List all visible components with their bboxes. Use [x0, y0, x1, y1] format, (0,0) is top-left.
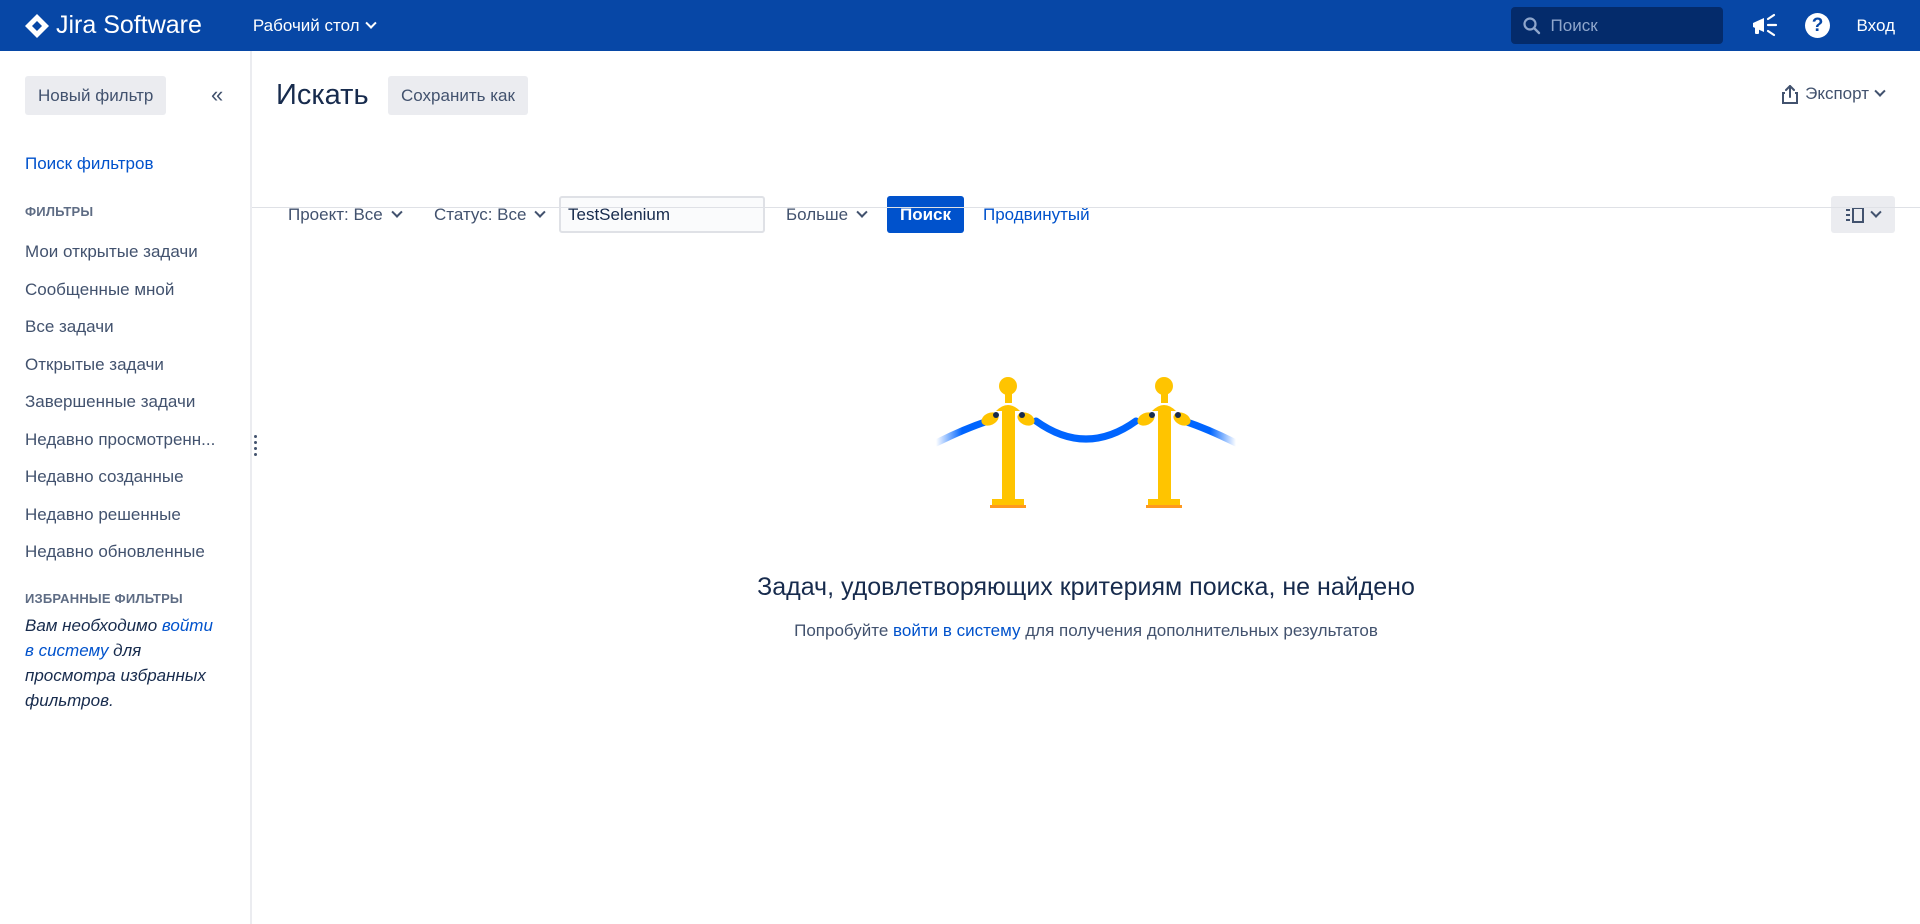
filter-item-reported-by-me[interactable]: Сообщенные мной: [25, 271, 225, 309]
filter-list: Мои открытые задачи Сообщенные мной Все …: [25, 233, 225, 571]
filters-heading: ФИЛЬТРЫ: [25, 204, 94, 219]
megaphone-icon: [1752, 13, 1777, 36]
search-button[interactable]: Поиск: [887, 196, 964, 233]
layout-switcher-button[interactable]: [1831, 196, 1895, 233]
favorite-filters-note: Вам необходимо войти в систему для просм…: [25, 613, 220, 713]
dashboard-menu-label: Рабочий стол: [252, 15, 360, 35]
filter-item-done[interactable]: Завершенные задачи: [25, 383, 225, 421]
more-criteria-dropdown[interactable]: Больше: [786, 196, 868, 233]
filters-sidebar: Новый фильтр « Поиск фильтров ФИЛЬТРЫ Мо…: [0, 51, 252, 924]
find-filters-link[interactable]: Поиск фильтров: [25, 154, 154, 174]
help-button[interactable]: ?: [1803, 11, 1833, 41]
project-filter-dropdown[interactable]: Проект: Все: [288, 196, 403, 233]
filter-item-recently-created[interactable]: Недавно созданные: [25, 458, 225, 496]
empty-message-prefix: Попробуйте: [794, 621, 894, 640]
filter-item-my-open[interactable]: Мои открытые задачи: [25, 233, 225, 271]
page-title: Искать: [276, 79, 369, 111]
favorite-filters-heading: ИЗБРАННЫЕ ФИЛЬТРЫ: [25, 591, 183, 606]
filter-item-all[interactable]: Все задачи: [25, 308, 225, 346]
search-icon: [1522, 16, 1540, 34]
filter-item-recently-viewed[interactable]: Недавно просмотренн...: [25, 421, 225, 459]
save-as-button[interactable]: Сохранить как: [388, 76, 528, 115]
chevron-down-icon: [364, 17, 377, 29]
export-button[interactable]: Экспорт: [1782, 84, 1886, 104]
jira-logo[interactable]: Jira Software: [24, 11, 202, 40]
empty-message-suffix: для получения дополнительных результатов: [1020, 621, 1378, 640]
list-view-icon: [1846, 206, 1864, 223]
export-label: Экспорт: [1805, 84, 1869, 103]
global-search-input[interactable]: [1550, 15, 1701, 36]
filter-item-recently-resolved[interactable]: Недавно решенные: [25, 496, 225, 534]
filter-item-recently-updated[interactable]: Недавно обновленные: [25, 533, 225, 571]
dashboard-menu[interactable]: Рабочий стол: [252, 15, 377, 36]
status-filter-dropdown[interactable]: Статус: Все: [434, 196, 547, 233]
collapse-sidebar-icon[interactable]: «: [211, 82, 223, 108]
chevron-down-icon: [1874, 85, 1886, 97]
empty-results-message: Попробуйте войти в систему для получения…: [252, 621, 1920, 641]
filter-item-open[interactable]: Открытые задачи: [25, 346, 225, 384]
text-search-field[interactable]: [559, 196, 765, 233]
global-search[interactable]: [1510, 7, 1723, 44]
new-filter-button[interactable]: Новый фильтр: [25, 76, 167, 115]
help-icon: ?: [1805, 13, 1831, 38]
advanced-search-link[interactable]: Продвинутый: [983, 205, 1090, 225]
top-navigation-bar: Jira Software Рабочий стол ? Вход: [0, 0, 1920, 51]
empty-results-title: Задач, удовлетворяющих критериям поиска,…: [757, 573, 1415, 601]
search-main: Искать Сохранить как Экспорт Проект: Все…: [252, 51, 1920, 924]
filters-divider: [252, 207, 1920, 208]
empty-login-link[interactable]: войти в систему: [893, 621, 1020, 640]
favorite-note-prefix: Вам необходимо: [25, 616, 162, 635]
announcements-button[interactable]: [1749, 11, 1779, 41]
jira-diamond-icon: [25, 13, 49, 38]
product-name: Jira Software: [56, 11, 202, 39]
empty-results-illustration: [936, 377, 1236, 508]
login-link[interactable]: Вход: [1857, 16, 1895, 36]
share-icon: [1782, 84, 1799, 104]
